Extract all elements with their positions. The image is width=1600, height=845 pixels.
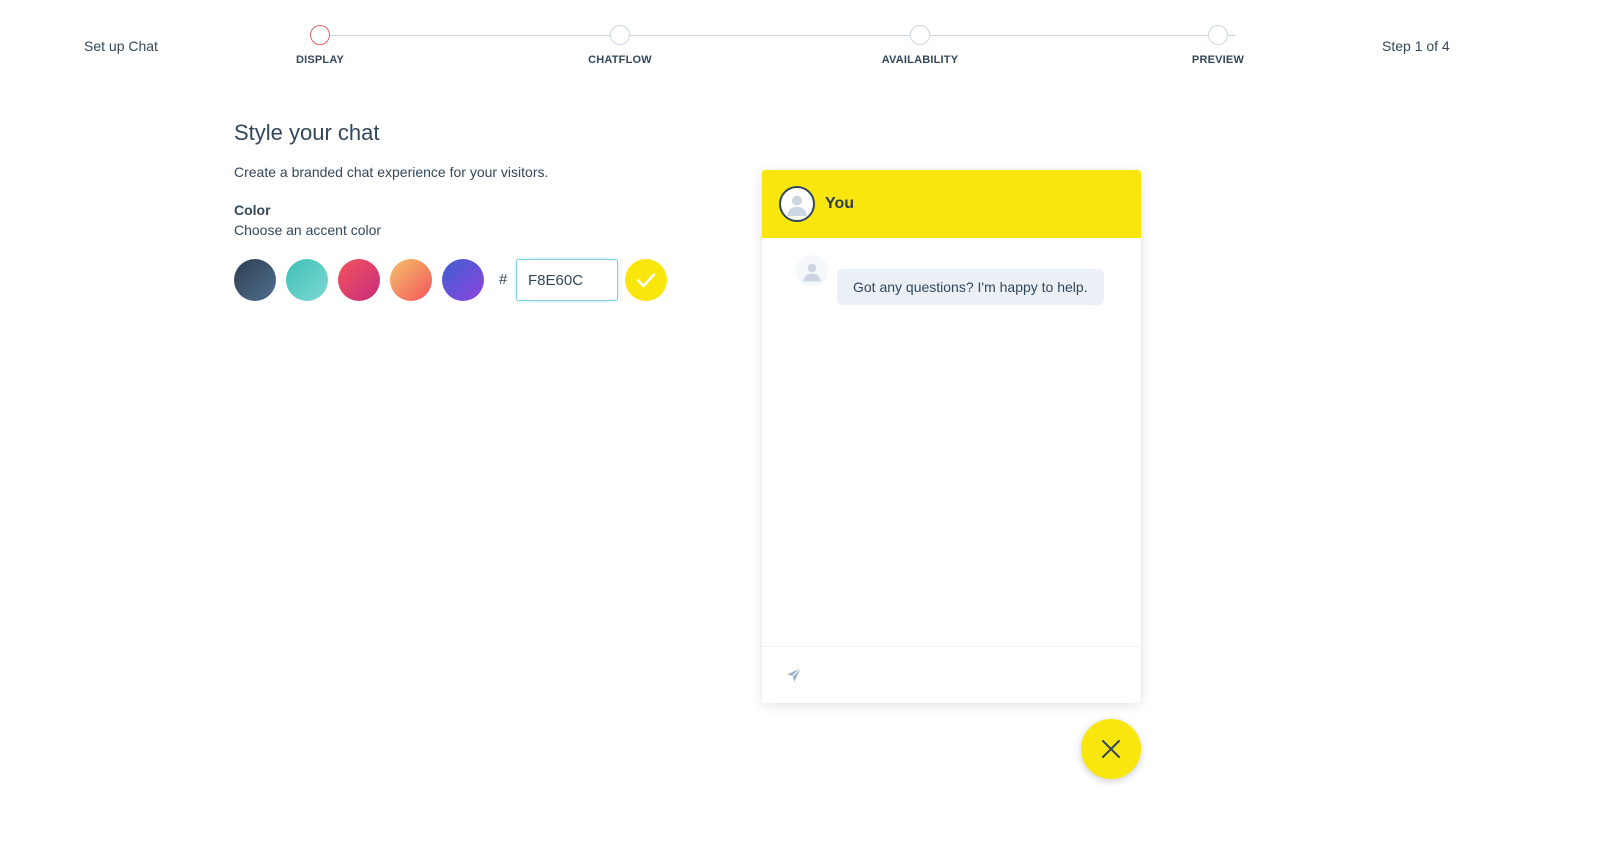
step-chatflow[interactable]: CHATFLOW	[560, 25, 680, 66]
style-settings-panel: Style your chat Create a branded chat ex…	[234, 120, 694, 238]
check-icon	[636, 273, 656, 288]
chat-launcher-close-button[interactable]	[1081, 719, 1141, 779]
step-label: AVAILABILITY	[881, 54, 959, 66]
greeting-message: Got any questions? I'm happy to help.	[837, 269, 1104, 305]
user-avatar-icon	[779, 186, 815, 222]
setup-header: Set up Chat DISPLAY CHATFLOW AVAILABILIT…	[0, 0, 1600, 90]
stepper-line	[330, 35, 1235, 36]
page-subtitle: Create a branded chat experience for you…	[234, 164, 549, 180]
step-display[interactable]: DISPLAY	[260, 25, 380, 66]
step-indicator	[610, 25, 630, 45]
step-indicator	[1208, 25, 1228, 45]
color-swatch-slate[interactable]	[234, 259, 276, 301]
paper-plane-icon[interactable]	[785, 666, 803, 684]
color-swatch-teal[interactable]	[286, 259, 328, 301]
chat-preview-body: Got any questions? I'm happy to help.	[762, 238, 1141, 646]
step-indicator	[310, 25, 330, 45]
step-availability[interactable]: AVAILABILITY	[860, 25, 980, 66]
hex-prefix: #	[499, 271, 508, 288]
color-section-hint: Choose an accent color	[234, 222, 382, 238]
step-counter: Step 1 of 4	[1382, 38, 1450, 54]
agent-avatar-icon	[796, 255, 828, 287]
step-label: CHATFLOW	[588, 54, 652, 66]
chat-header-name: You	[825, 195, 855, 212]
step-preview[interactable]: PREVIEW	[1158, 25, 1278, 66]
color-picker: #	[234, 259, 674, 301]
hex-color-input[interactable]	[516, 259, 618, 301]
step-indicator	[910, 25, 930, 45]
step-label: PREVIEW	[1191, 54, 1245, 66]
close-icon	[1102, 740, 1120, 758]
step-label: DISPLAY	[295, 54, 345, 66]
color-swatch-pink[interactable]	[338, 259, 380, 301]
color-swatch-orange[interactable]	[390, 259, 432, 301]
chat-preview-widget: You Got any questions? I'm happy to help…	[762, 170, 1141, 703]
chat-preview-header: You	[762, 170, 1141, 238]
page-context-title: Set up Chat	[84, 38, 158, 54]
page-title: Style your chat	[234, 120, 380, 145]
color-swatch-purple[interactable]	[442, 259, 484, 301]
chat-input-area[interactable]	[762, 646, 1141, 703]
color-section-label: Color	[234, 202, 271, 218]
selected-color-swatch[interactable]	[625, 259, 667, 301]
